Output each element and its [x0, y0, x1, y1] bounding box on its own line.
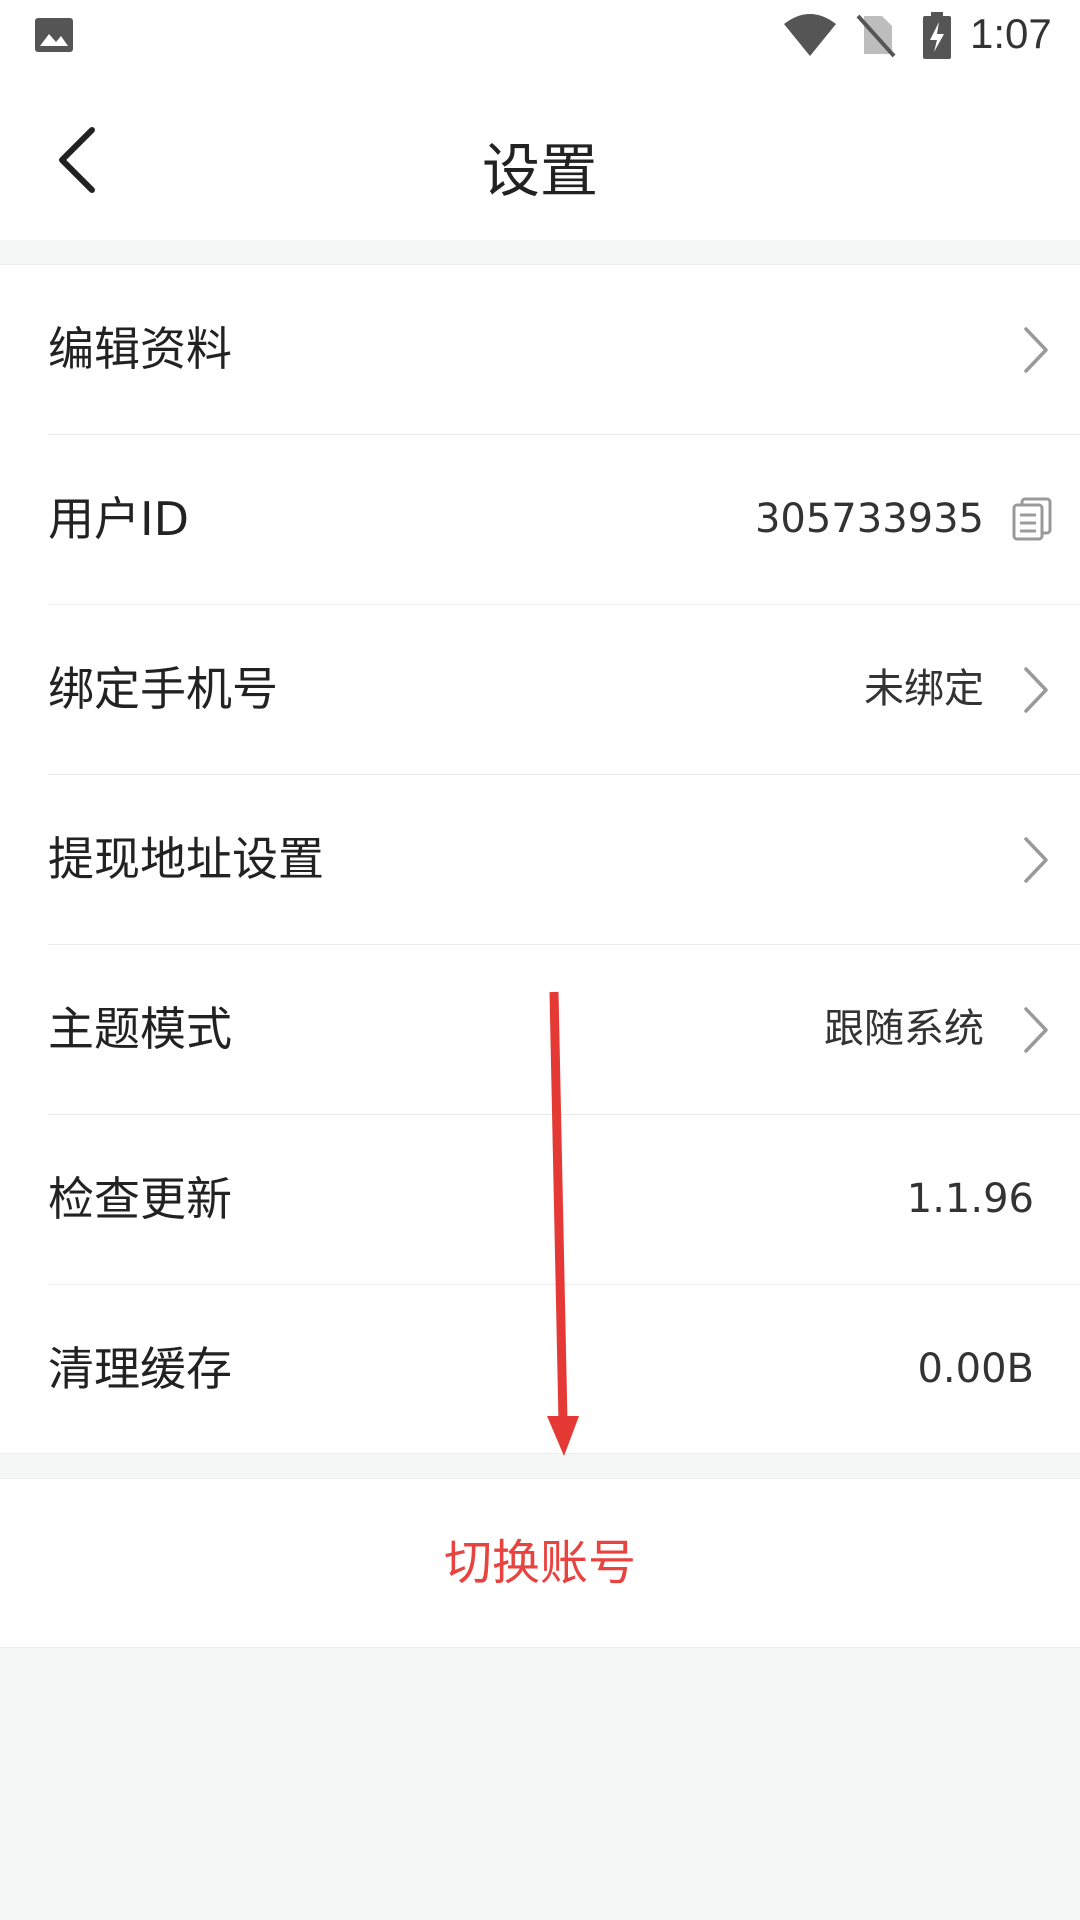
chevron-right-icon	[1024, 1007, 1048, 1053]
status-time: 1:07	[970, 10, 1052, 57]
settings-item-user-id: 用户ID 305733935	[48, 435, 1080, 605]
copy-icon[interactable]	[1012, 497, 1052, 541]
title-bar: 设置	[0, 72, 1080, 240]
battery-charging-icon	[923, 12, 951, 59]
settings-item-edit-profile[interactable]: 编辑资料	[48, 265, 1080, 435]
settings-item-label: 主题模式	[48, 1002, 232, 1056]
status-bar: 1:07	[0, 0, 1080, 72]
chevron-right-icon	[1024, 667, 1048, 713]
user-id-value: 305733935	[754, 496, 984, 542]
switch-account-button[interactable]: 切换账号	[0, 1479, 1080, 1647]
settings-item-label: 编辑资料	[48, 322, 232, 376]
settings-item-theme-mode[interactable]: 主题模式 跟随系统	[48, 945, 1080, 1115]
no-sim-icon	[856, 14, 896, 58]
settings-list: 编辑资料 用户ID 305733935 绑定手机号 未绑定 提现地址设置 主题模…	[0, 264, 1080, 1454]
settings-item-label: 绑定手机号	[48, 662, 278, 716]
settings-item-check-update[interactable]: 检查更新 1.1.96	[48, 1115, 1080, 1285]
settings-item-label: 提现地址设置	[48, 832, 324, 886]
switch-account-section: 切换账号	[0, 1478, 1080, 1648]
cache-size-value: 0.00B	[917, 1346, 1034, 1392]
page-title: 设置	[481, 137, 598, 205]
bind-phone-status: 未绑定	[864, 666, 984, 712]
theme-mode-value: 跟随系统	[824, 1006, 984, 1052]
gallery-icon	[35, 18, 73, 52]
settings-item-withdraw-address[interactable]: 提现地址设置	[48, 775, 1080, 945]
settings-item-label: 检查更新	[48, 1172, 232, 1226]
settings-item-label: 用户ID	[48, 492, 189, 546]
wifi-icon	[784, 14, 836, 56]
settings-item-clear-cache[interactable]: 清理缓存 0.00B	[48, 1285, 1080, 1454]
settings-item-bind-phone[interactable]: 绑定手机号 未绑定	[48, 605, 1080, 775]
chevron-right-icon	[1024, 327, 1048, 373]
settings-item-label: 清理缓存	[48, 1342, 232, 1396]
chevron-right-icon	[1024, 837, 1048, 883]
version-value: 1.1.96	[906, 1176, 1034, 1222]
